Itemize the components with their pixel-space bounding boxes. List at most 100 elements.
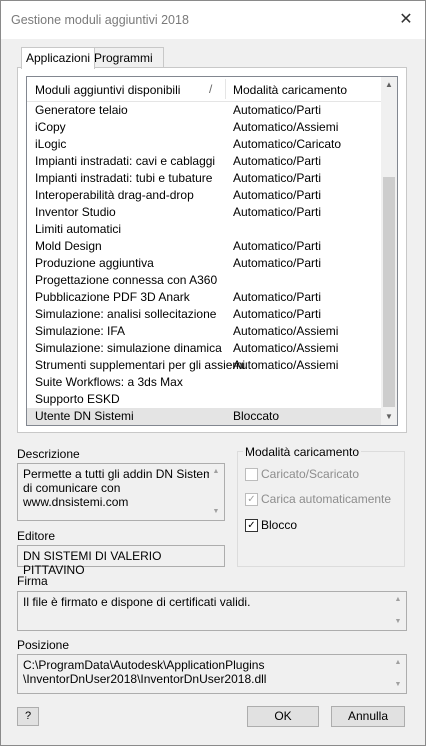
posizione-line: C:\ProgramData\Autodesk\ApplicationPlugi… [23, 658, 265, 672]
list-item[interactable]: Impianti instradati: tubi e tubature Auto… [27, 170, 381, 187]
list-item[interactable]: Simulazione: simulazione dinamica Automat… [27, 340, 381, 357]
firma-label: Firma [17, 574, 48, 588]
scroll-thumb[interactable] [383, 177, 395, 407]
column-divider[interactable] [225, 79, 226, 99]
title-bar: Gestione moduli aggiuntivi 2018 ✕ [1, 1, 425, 39]
column-header-mode[interactable]: Modalità caricamento [233, 83, 347, 97]
posizione-line: \InventorDnUser2018\InventorDnUser2018.d… [23, 672, 267, 686]
load-mode: Automatico/Parti [233, 188, 322, 202]
list-header: Moduli aggiuntivi disponibili / Modalità… [27, 77, 381, 102]
modalita-group-title: Modalità caricamento [243, 445, 362, 459]
list-item[interactable]: Interoperabilità drag-and-drop Automatico… [27, 187, 381, 204]
tab-programmi-di-conversione[interactable]: Programmi di conversione [89, 47, 164, 105]
annulla-button[interactable]: Annulla [331, 706, 405, 727]
scroll-down-icon[interactable]: ▼ [391, 678, 405, 692]
list-item[interactable]: Simulazione: IFA Automatico/Assiemi [27, 323, 381, 340]
descrizione-label: Descrizione [17, 447, 80, 461]
add-in-name: Limiti automatici [35, 222, 122, 236]
scroll-down-icon[interactable]: ▼ [209, 505, 223, 519]
load-mode: Automatico/Assiemi [233, 341, 339, 355]
add-in-name: Simulazione: simulazione dinamica [35, 341, 222, 355]
tab-applicazioni[interactable]: Applicazioni [21, 47, 96, 69]
load-mode: Automatico/Parti [233, 307, 322, 321]
add-in-name: Progettazione connessa con A360 [35, 273, 218, 287]
add-in-list[interactable]: Moduli aggiuntivi disponibili / Modalità… [26, 76, 398, 426]
list-item[interactable]: Strumenti supplementari per gli assiemi A… [27, 357, 381, 374]
list-item[interactable]: Pubblicazione PDF 3D Anark Automatico/Par… [27, 289, 381, 306]
applications-panel: Moduli aggiuntivi disponibili / Modalità… [17, 67, 407, 433]
checkbox-label: Caricato/Scaricato [261, 467, 360, 481]
scroll-up-icon[interactable]: ▲ [381, 77, 397, 93]
add-in-name: iLogic [35, 137, 67, 151]
column-header-name[interactable]: Moduli aggiuntivi disponibili [35, 83, 180, 97]
load-mode: Automatico/Assiemi [233, 358, 339, 372]
help-icon[interactable]: ? [17, 707, 39, 726]
list-item[interactable]: Impianti instradati: cavi e cablaggi Auto… [27, 153, 381, 170]
checkmark-icon: ✓ [245, 493, 258, 506]
posizione-field[interactable]: C:\ProgramData\Autodesk\ApplicationPlugi… [17, 654, 407, 694]
list-item[interactable]: Progettazione connessa con A360 [27, 272, 381, 289]
list-item[interactable]: Produzione aggiuntiva Automatico/Parti [27, 255, 381, 272]
load-mode: Automatico/Parti [233, 103, 322, 117]
add-in-name: Simulazione: analisi sollecitazione [35, 307, 217, 321]
add-in-name: Generatore telaio [35, 103, 128, 117]
firma-scrollbar[interactable]: ▲ ▼ [391, 593, 405, 629]
add-in-name: Simulazione: IFA [35, 324, 126, 338]
checkbox-label: Blocco [261, 518, 298, 532]
scroll-down-icon[interactable]: ▼ [391, 615, 405, 629]
editore-field[interactable]: DN SISTEMI DI VALERIO PITTAVINO [17, 545, 225, 577]
list-item[interactable]: Simulazione: analisi sollecitazione Autom… [27, 306, 381, 323]
add-in-name: Impianti instradati: tubi e tubature [35, 171, 213, 185]
column-sort-glyph: / [209, 82, 213, 96]
descrizione-field[interactable]: Permette a tutti gli addin DN Sistemi di… [17, 463, 225, 521]
add-in-name: Mold Design [35, 239, 102, 253]
close-icon[interactable]: ✕ [395, 9, 417, 31]
add-in-name: iCopy [35, 120, 66, 134]
firma-value: Il file è firmato e dispone di certifica… [23, 595, 251, 609]
scroll-up-icon[interactable]: ▲ [209, 465, 223, 479]
list-scrollbar[interactable]: ▲ ▼ [381, 77, 397, 425]
posizione-label: Posizione [17, 638, 70, 652]
load-mode: Automatico/Parti [233, 171, 322, 185]
add-in-name: Interoperabilità drag-and-drop [35, 188, 194, 202]
load-mode: Automatico/Assiemi [233, 324, 339, 338]
descrizione-scrollbar[interactable]: ▲ ▼ [209, 465, 223, 519]
add-in-name: Utente DN Sistemi [35, 409, 134, 423]
ok-button[interactable]: OK [247, 706, 319, 727]
add-in-name: Pubblicazione PDF 3D Anark [35, 290, 190, 304]
window-title: Gestione moduli aggiuntivi 2018 [11, 13, 189, 27]
descrizione-line: www.dnsistemi.com [23, 495, 129, 509]
scroll-up-icon[interactable]: ▲ [391, 656, 405, 670]
list-rows: Generatore telaio Automatico/Parti iCopy Au… [27, 102, 381, 425]
list-item[interactable]: Generatore telaio Automatico/Parti [27, 102, 381, 119]
load-mode: Automatico/Parti [233, 290, 322, 304]
list-item[interactable]: Limiti automatici [27, 221, 381, 238]
list-item[interactable]: Suite Workflows: a 3ds Max [27, 374, 381, 391]
list-item[interactable]: Mold Design Automatico/Parti [27, 238, 381, 255]
list-item[interactable]: Utente DN Sistemi Bloccato [27, 408, 381, 425]
add-in-name: Impianti instradati: cavi e cablaggi [35, 154, 216, 168]
checkmark-icon: ✓ [245, 519, 258, 532]
add-in-manager-dialog: Gestione moduli aggiuntivi 2018 ✕ Applic… [0, 0, 426, 746]
posizione-scrollbar[interactable]: ▲ ▼ [391, 656, 405, 692]
load-mode: Automatico/Caricato [233, 137, 342, 151]
scroll-up-icon[interactable]: ▲ [391, 593, 405, 607]
load-mode: Automatico/Parti [233, 205, 322, 219]
load-mode: Automatico/Parti [233, 239, 322, 253]
load-mode: Automatico/Assiemi [233, 120, 339, 134]
load-mode: Automatico/Parti [233, 256, 322, 270]
add-in-name: Strumenti supplementari per gli assiemi [35, 358, 246, 372]
load-mode: Bloccato [233, 409, 280, 423]
add-in-name: Supporto ESKD [35, 392, 120, 406]
checkbox-label: Carica automaticamente [261, 492, 392, 506]
list-item[interactable]: iLogic Automatico/Caricato [27, 136, 381, 153]
add-in-name: Suite Workflows: a 3ds Max [35, 375, 183, 389]
editore-value: DN SISTEMI DI VALERIO PITTAVINO [23, 549, 162, 577]
editore-label: Editore [17, 529, 56, 543]
scroll-down-icon[interactable]: ▼ [381, 409, 397, 425]
list-item[interactable]: Supporto ESKD [27, 391, 381, 408]
firma-field[interactable]: Il file è firmato e dispone di certifica… [17, 591, 407, 631]
descrizione-line: Permette a tutti gli addin DN Sistemi [23, 467, 216, 481]
list-item[interactable]: iCopy Automatico/Assiemi [27, 119, 381, 136]
list-item[interactable]: Inventor Studio Automatico/Parti [27, 204, 381, 221]
